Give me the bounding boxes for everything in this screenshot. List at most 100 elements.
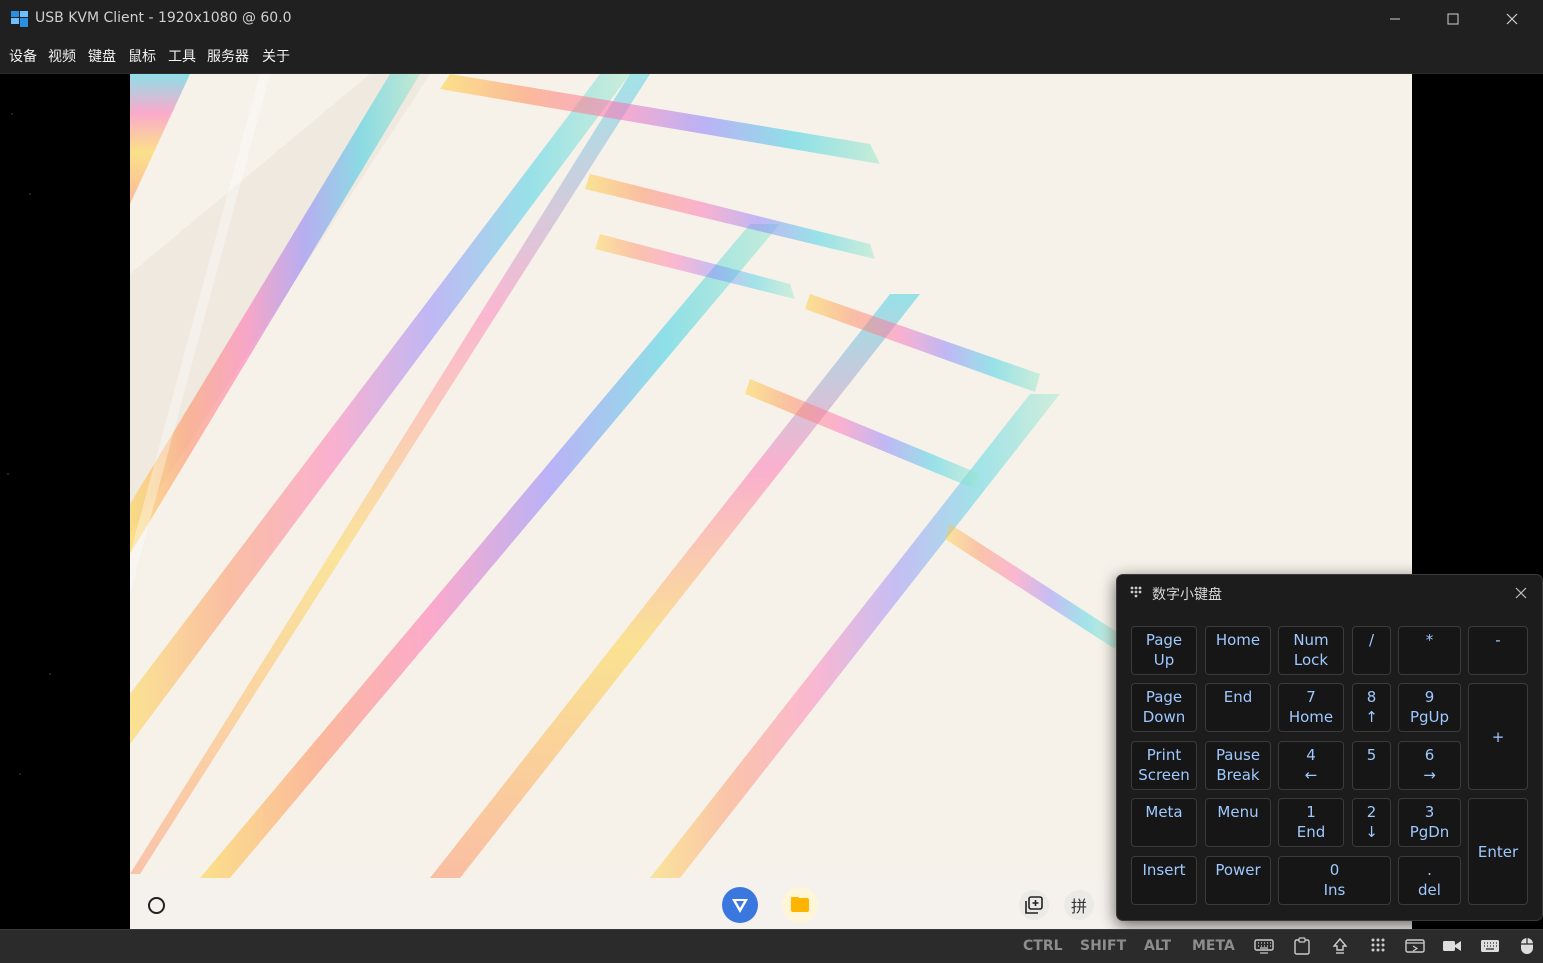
key-label: 1 [1306,803,1316,821]
menu-keyboard[interactable]: 键盘 [88,46,116,66]
key-label: Page [1145,688,1183,706]
keyboard-alt-icon[interactable] [1479,936,1501,956]
shift-indicator[interactable]: SHIFT [1080,938,1126,954]
key-label: 9 [1424,688,1435,706]
key-power[interactable]: Power [1205,856,1271,905]
key-meta[interactable]: Meta [1131,798,1197,847]
close-icon [1515,587,1527,599]
clipboard-icon[interactable] [1291,936,1313,956]
key-subtract[interactable]: - [1468,626,1528,675]
numeric-keypad-panel: 数字小键盘 Page Up Home Num Lock / * - Page Down… [1116,574,1543,921]
key-sublabel: Home [1288,708,1334,726]
close-icon [1506,13,1518,25]
key-label: Insert [1142,861,1186,879]
key-3[interactable]: 3 PgDn [1398,798,1461,847]
key-sublabel: Ins [1323,881,1346,899]
keypad-title: 数字小键盘 [1152,587,1222,603]
key-sublabel: Break [1216,766,1260,784]
key-sublabel: Lock [1293,651,1329,669]
key-sublabel: Screen [1138,766,1190,784]
key-sublabel: PgUp [1409,708,1450,726]
key-label: / [1368,631,1375,649]
camera-icon[interactable] [1441,936,1463,956]
key-label: 3 [1424,803,1435,821]
keypad-close-button[interactable] [1509,583,1533,603]
file-manager-icon[interactable] [782,887,818,923]
minimize-icon [1390,18,1400,20]
key-sublabel: Down [1142,708,1186,726]
key-4[interactable]: 4 ← [1278,741,1344,790]
key-pause-break[interactable]: Pause Break [1205,741,1271,790]
key-insert[interactable]: Insert [1131,856,1197,905]
status-bar: CTRL SHIFT ALT META [0,929,1543,963]
key-end[interactable]: End [1205,683,1271,732]
close-button[interactable] [1483,0,1541,38]
key-label: 5 [1366,746,1377,764]
keyboard-icon[interactable] [1253,936,1275,956]
menu-about[interactable]: 关于 [262,46,290,66]
key-6[interactable]: 6 → [1398,741,1461,790]
key-label: 7 [1306,688,1316,706]
mouse-icon[interactable] [1516,936,1538,956]
app-launcher-icon[interactable] [722,887,758,923]
key-5[interactable]: 5 [1352,741,1391,790]
key-label: Home [1215,631,1261,649]
key-menu[interactable]: Menu [1205,798,1271,847]
key-label: Page [1145,631,1183,649]
key-label: . [1427,861,1432,879]
key-sublabel: ↑ [1365,708,1378,726]
key-label: * [1425,631,1434,649]
title-bar: USB KVM Client - 1920x1080 @ 60.0 [0,0,1543,38]
menu-mouse[interactable]: 鼠标 [128,46,156,66]
key-label: 0 [1329,861,1340,879]
menu-bar: 设备 视频 键盘 鼠标 工具 服务器 关于 [0,38,1543,74]
key-label: 6 [1424,746,1435,764]
key-page-down[interactable]: Page Down [1131,683,1197,732]
key-enter[interactable]: Enter [1468,798,1528,905]
maximize-icon [1447,13,1459,25]
key-sublabel: ← [1304,766,1318,784]
key-add[interactable]: + [1468,683,1528,790]
key-multiply[interactable]: * [1398,626,1461,675]
multitask-icon[interactable] [1019,890,1049,920]
ctrl-indicator[interactable]: CTRL [1023,938,1063,954]
key-2[interactable]: 2 ↓ [1352,798,1391,847]
meta-indicator[interactable]: META [1192,938,1235,954]
key-divide[interactable]: / [1352,626,1391,675]
keypad-icon[interactable] [1367,936,1389,956]
key-page-up[interactable]: Page Up [1131,626,1197,675]
key-home[interactable]: Home [1205,626,1271,675]
key-print-screen[interactable]: Print Screen [1131,741,1197,790]
maximize-button[interactable] [1424,0,1482,38]
key-0[interactable]: 0 Ins [1278,856,1391,905]
keypad-grip-icon [1130,586,1142,598]
menu-tools[interactable]: 工具 [168,46,196,66]
key-decimal[interactable]: . del [1398,856,1461,905]
alt-indicator[interactable]: ALT [1144,938,1171,954]
upload-icon[interactable] [1329,936,1351,956]
left-margin [7,113,51,775]
key-label: Power [1215,861,1261,879]
key-label: - [1495,631,1501,649]
window-title: USB KVM Client - 1920x1080 @ 60.0 [35,10,292,26]
key-1[interactable]: 1 End [1278,798,1344,847]
key-label: Meta [1145,803,1183,821]
key-sublabel: PgDn [1409,823,1450,841]
key-8[interactable]: 8 ↑ [1352,683,1391,732]
key-7[interactable]: 7 Home [1278,683,1344,732]
menu-server[interactable]: 服务器 [207,46,249,66]
menu-device[interactable]: 设备 [9,46,37,66]
key-label: + [1491,727,1505,746]
minimize-button[interactable] [1366,0,1424,38]
key-label: Enter [1477,842,1519,861]
key-label: Pause [1215,746,1261,764]
screen-icon[interactable] [1404,936,1426,956]
menu-video[interactable]: 视频 [48,46,76,66]
input-method-icon[interactable]: 拼 [1064,890,1094,920]
key-9[interactable]: 9 PgUp [1398,683,1461,732]
home-circle-icon[interactable] [148,897,165,914]
key-label: End [1223,688,1253,706]
key-label: 8 [1366,688,1377,706]
key-num-lock[interactable]: Num Lock [1278,626,1344,675]
key-label: 4 [1306,746,1316,764]
